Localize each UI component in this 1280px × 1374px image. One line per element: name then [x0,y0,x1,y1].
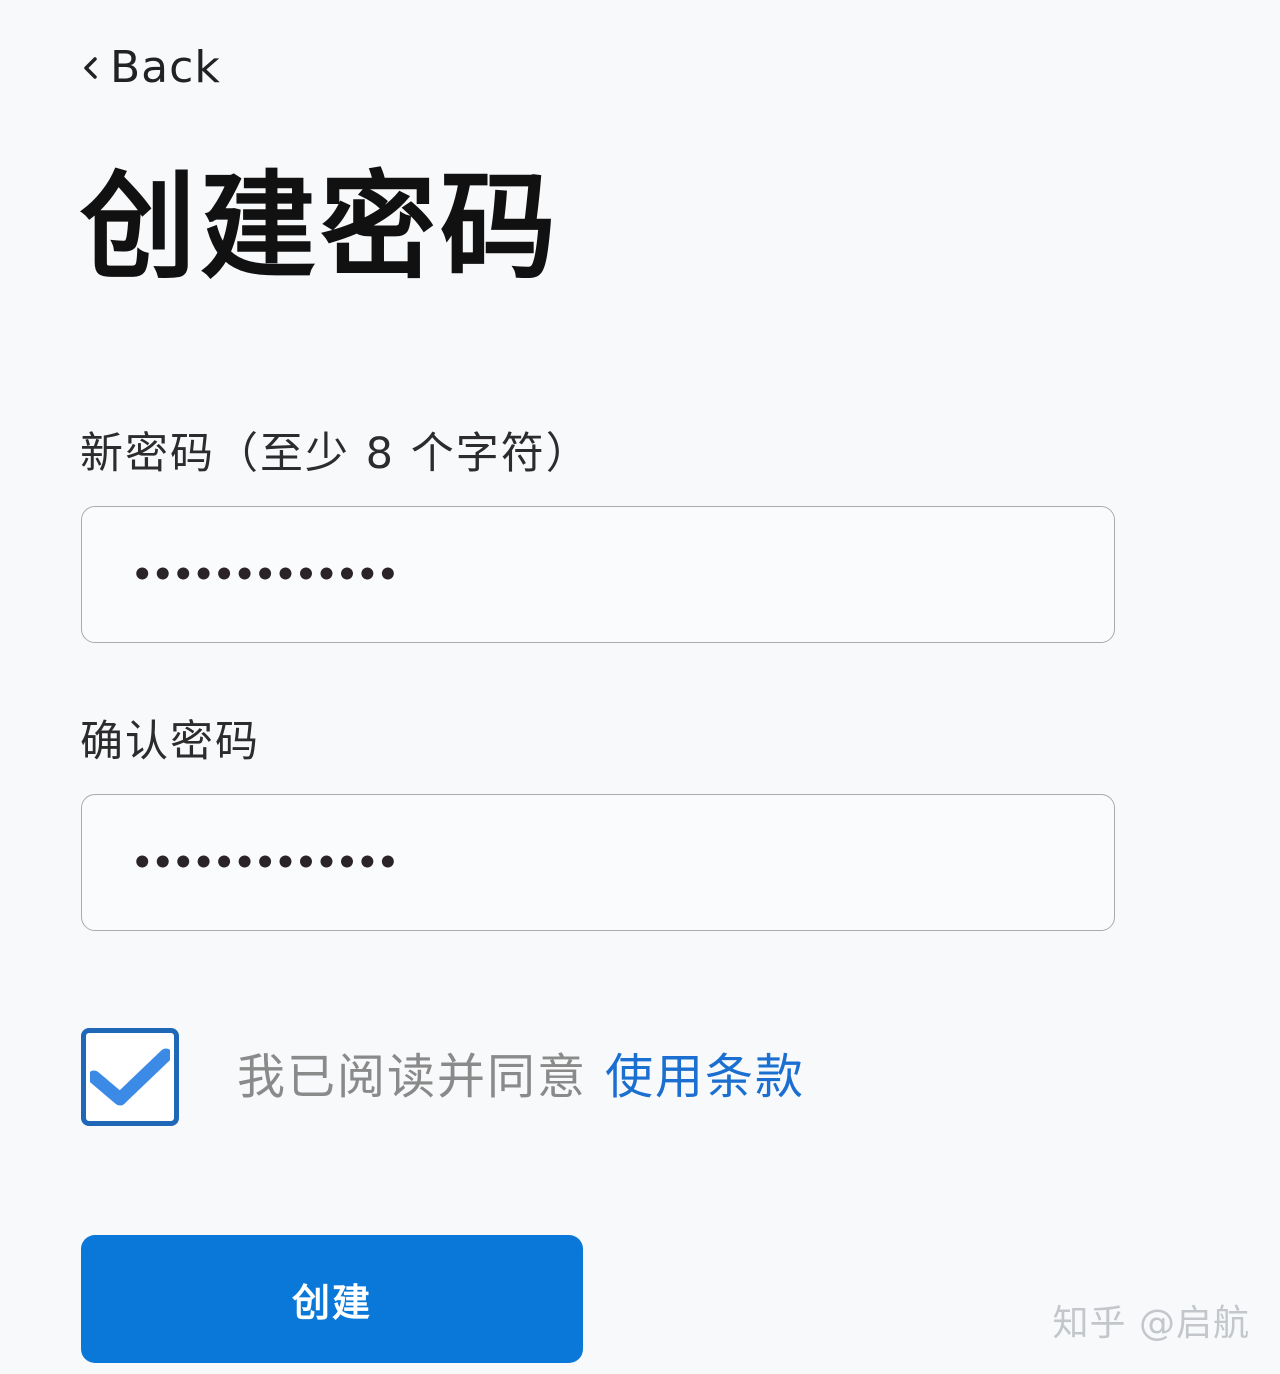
new-password-label: 新密码（至少 8 个字符） [80,429,591,479]
chevron-left-icon [80,53,102,83]
terms-link[interactable]: 使用条款 [605,1047,805,1107]
confirm-password-field[interactable]: ••••••••••••• [81,794,1115,931]
new-password-field[interactable]: ••••••••••••• [81,506,1115,643]
confirm-password-value: ••••••••••••• [132,842,399,883]
terms-row: 我已阅读并同意 使用条款 [81,1028,805,1126]
terms-checkbox[interactable] [81,1028,179,1126]
terms-text: 我已阅读并同意 [237,1049,588,1105]
back-button[interactable]: Back [80,40,221,96]
page-title: 创建密码 [80,160,560,295]
new-password-value: ••••••••••••• [132,554,399,595]
watermark: 知乎 @启航 [1052,1303,1250,1344]
confirm-password-label: 确认密码 [80,717,260,767]
checkmark-icon [90,1048,170,1106]
create-button[interactable]: 创建 [81,1235,583,1363]
back-label: Back [110,42,221,93]
